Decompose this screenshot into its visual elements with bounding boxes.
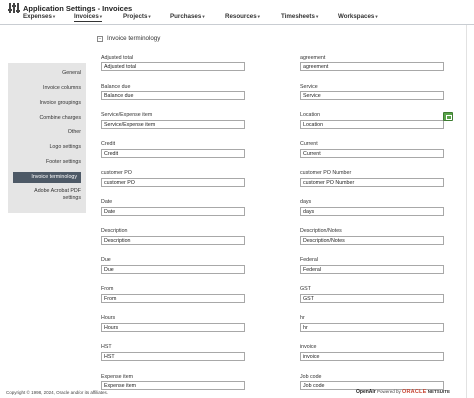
sidebar-item-pdf-settings[interactable]: Adobe Acrobat PDF settings bbox=[21, 188, 81, 201]
label-date: Date bbox=[101, 199, 113, 205]
label-location: Location bbox=[300, 112, 321, 118]
label-gst: GST bbox=[300, 286, 311, 292]
sidebar-item-invoice-groupings[interactable]: Invoice groupings bbox=[39, 100, 81, 106]
powered-by-label: Powered by bbox=[377, 389, 401, 394]
nav-label: Expenses bbox=[23, 13, 52, 20]
sidebar-item-invoice-columns[interactable]: Invoice columns bbox=[43, 85, 81, 91]
netsuite-logo: NETSUITE bbox=[427, 389, 450, 394]
label-invoice: invoice bbox=[300, 344, 317, 350]
nav-workspaces[interactable]: Workspaces▾ bbox=[338, 13, 378, 20]
customer-po-field[interactable] bbox=[101, 178, 245, 187]
invoice-field[interactable] bbox=[300, 352, 444, 361]
label-adjusted-total: Adjusted total bbox=[101, 55, 134, 61]
label-agreement: agreement bbox=[300, 55, 326, 61]
sidebar-item-logo-settings[interactable]: Logo settings bbox=[49, 144, 81, 150]
chevron-down-icon: ▾ bbox=[148, 14, 151, 19]
label-from: From bbox=[101, 286, 114, 292]
settings-sidebar: General Invoice columns Invoice grouping… bbox=[8, 63, 86, 213]
label-customer-po-number: customer PO Number bbox=[300, 170, 352, 176]
sidebar-item-invoice-terminology[interactable]: Invoice terminology bbox=[13, 172, 81, 183]
sidebar-item-general[interactable]: General bbox=[62, 70, 81, 76]
description-notes-field[interactable] bbox=[300, 236, 444, 245]
label-credit: Credit bbox=[101, 141, 116, 147]
adjusted-total-field[interactable] bbox=[101, 62, 245, 71]
scrollbar-track[interactable] bbox=[466, 25, 467, 398]
collapse-icon[interactable]: − bbox=[97, 36, 103, 42]
label-job-code: Job code bbox=[300, 374, 322, 380]
customer-po-number-field[interactable] bbox=[300, 178, 444, 187]
days-field[interactable] bbox=[300, 207, 444, 216]
nav-label: Timesheets bbox=[281, 13, 315, 20]
section-header[interactable]: − Invoice terminology bbox=[97, 35, 160, 42]
nav-label: Resources bbox=[225, 13, 257, 20]
gst-field[interactable] bbox=[300, 294, 444, 303]
nav-label: Workspaces bbox=[338, 13, 375, 20]
label-current: Current bbox=[300, 141, 318, 147]
chevron-down-icon: ▾ bbox=[257, 14, 260, 19]
label-service: Service bbox=[300, 84, 318, 90]
nav-label: Projects bbox=[123, 13, 148, 20]
nav-timesheets[interactable]: Timesheets▾ bbox=[281, 13, 318, 20]
location-field[interactable] bbox=[300, 120, 444, 129]
credit-field[interactable] bbox=[101, 149, 245, 158]
label-federal: Federal bbox=[300, 257, 318, 263]
section-title: Invoice terminology bbox=[107, 35, 161, 42]
label-description: Description bbox=[101, 228, 128, 234]
service-expense-item-field[interactable] bbox=[101, 120, 245, 129]
label-due: Due bbox=[101, 257, 111, 263]
main-nav: Expenses▾ Invoices▾ Projects▾ Purchases▾… bbox=[0, 12, 474, 24]
from-field[interactable] bbox=[101, 294, 245, 303]
label-hst: HST bbox=[101, 344, 112, 350]
label-hours: Hours bbox=[101, 315, 116, 321]
nav-divider bbox=[0, 24, 474, 25]
chevron-down-icon: ▾ bbox=[99, 14, 103, 19]
sidebar-item-footer-settings[interactable]: Footer settings bbox=[46, 159, 81, 165]
hours-field[interactable] bbox=[101, 323, 245, 332]
label-description-notes: Description/Notes bbox=[300, 228, 342, 234]
description-field[interactable] bbox=[101, 236, 245, 245]
sidebar-item-combine-charges[interactable]: Combine charges bbox=[39, 115, 81, 121]
service-field[interactable] bbox=[300, 91, 444, 100]
federal-field[interactable] bbox=[300, 265, 444, 274]
openair-logo: OpenAir bbox=[356, 389, 376, 395]
hst-field[interactable] bbox=[101, 352, 245, 361]
oracle-logo: ORACLE bbox=[402, 389, 427, 395]
balance-due-field[interactable] bbox=[101, 91, 245, 100]
chevron-down-icon: ▾ bbox=[52, 14, 56, 19]
date-field[interactable] bbox=[101, 207, 245, 216]
nav-label: Invoices bbox=[74, 13, 99, 20]
nav-resources[interactable]: Resources▾ bbox=[225, 13, 260, 20]
chevron-down-icon: ▾ bbox=[315, 14, 319, 19]
nav-projects[interactable]: Projects▾ bbox=[123, 13, 151, 20]
agreement-field[interactable] bbox=[300, 62, 444, 71]
label-balance-due: Balance due bbox=[101, 84, 131, 90]
footer-branding: OpenAir Powered by ORACLE NETSUITE bbox=[356, 389, 450, 395]
nav-purchases[interactable]: Purchases▾ bbox=[170, 13, 205, 20]
label-customer-po: customer PO bbox=[101, 170, 132, 176]
expense-item-field[interactable] bbox=[101, 381, 245, 390]
label-hr: hr bbox=[300, 315, 305, 321]
footer-copyright: Copyright © 1998, 2024, Oracle and/or it… bbox=[6, 390, 109, 395]
label-expense-item: Expense item bbox=[101, 374, 134, 380]
due-field[interactable] bbox=[101, 265, 245, 274]
add-icon[interactable] bbox=[443, 112, 453, 121]
nav-invoices[interactable]: Invoices▾ bbox=[74, 13, 103, 22]
hr-field[interactable] bbox=[300, 323, 444, 332]
nav-expenses[interactable]: Expenses▾ bbox=[23, 13, 55, 20]
nav-label: Purchases bbox=[170, 13, 202, 20]
current-field[interactable] bbox=[300, 149, 444, 158]
sidebar-item-other[interactable]: Other bbox=[68, 129, 81, 135]
chevron-down-icon: ▾ bbox=[375, 14, 378, 19]
label-service-expense-item: Service/Expense item bbox=[101, 112, 153, 118]
chevron-down-icon: ▾ bbox=[202, 14, 205, 19]
label-days: days bbox=[300, 199, 312, 205]
